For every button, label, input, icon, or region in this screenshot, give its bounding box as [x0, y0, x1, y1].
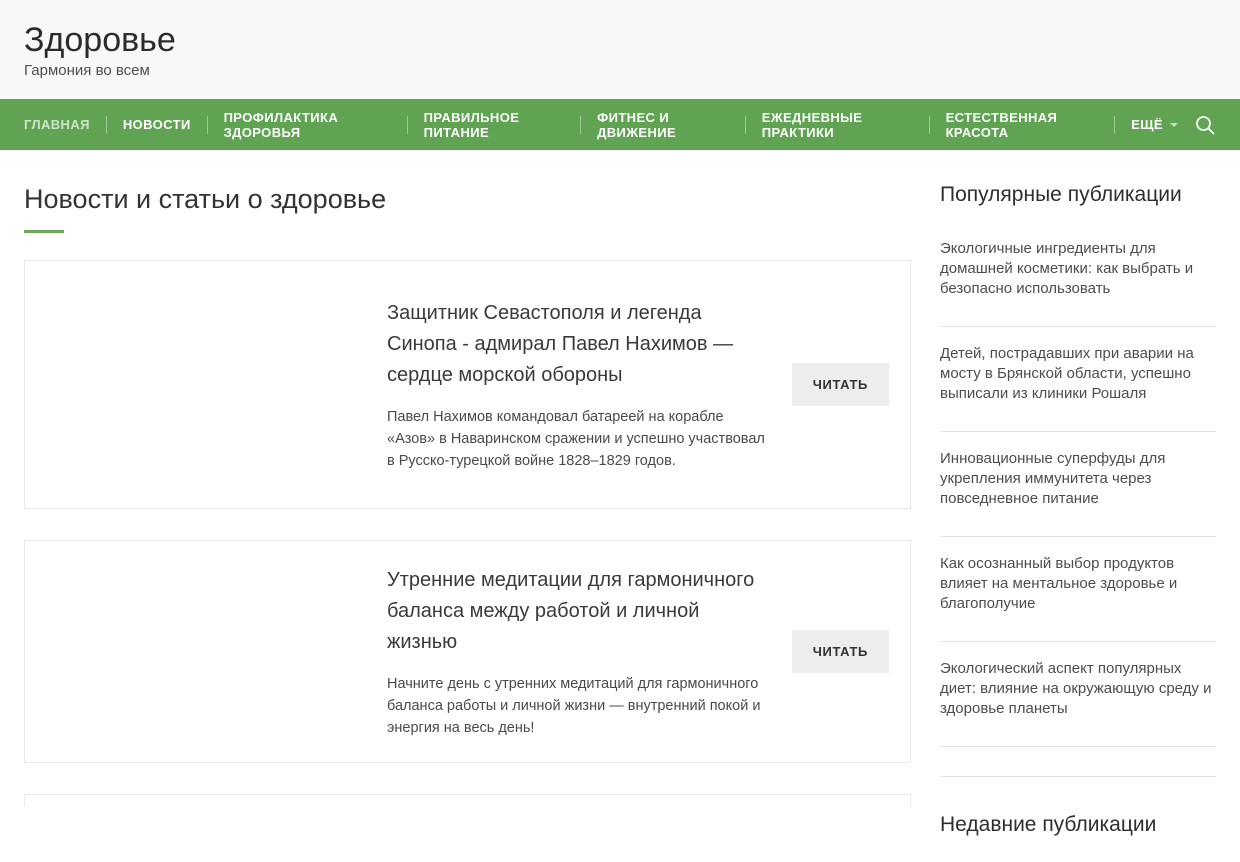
search-button[interactable]	[1194, 114, 1216, 136]
nav-link-practices[interactable]: ЕЖЕДНЕВНЫЕ ПРАКТИКИ	[746, 110, 929, 140]
sidebar: Популярные публикации Экологичные ингред…	[940, 174, 1216, 838]
nav-item-prevention: ПРОФИЛАКТИКА ЗДОРОВЬЯ	[207, 99, 407, 150]
chevron-down-icon	[1170, 123, 1178, 127]
nav-link-nutrition[interactable]: ПРАВИЛЬНОЕ ПИТАНИЕ	[408, 110, 581, 140]
article-image-placeholder[interactable]	[25, 541, 387, 762]
article-card: Утренние медитации для гармоничного бала…	[24, 540, 911, 763]
article-title[interactable]: Защитник Севастополя и легенда Синопа - …	[387, 298, 774, 391]
nav-item-nutrition: ПРАВИЛЬНОЕ ПИТАНИЕ	[407, 99, 580, 150]
nav-item-practices: ЕЖЕДНЕВНЫЕ ПРАКТИКИ	[745, 99, 929, 150]
nav-list: ГЛАВНАЯ НОВОСТИ ПРОФИЛАКТИКА ЗДОРОВЬЯ ПР…	[24, 99, 1194, 150]
nav-item-fitness: ФИТНЕС И ДВИЖЕНИЕ	[580, 99, 745, 150]
site-tagline: Гармония во всем	[24, 62, 1216, 79]
article-excerpt: Павел Нахимов командовал батареей на кор…	[387, 406, 774, 472]
popular-item-link[interactable]: Экологичные ингредиенты для домашней кос…	[940, 222, 1216, 327]
nav-item-beauty: ЕСТЕСТВЕННАЯ КРАСОТА	[929, 99, 1114, 150]
article-body: Утренние медитации для гармоничного бала…	[387, 565, 782, 739]
nav-link-news[interactable]: НОВОСТИ	[107, 117, 207, 132]
article-excerpt: Начните день с утренних медитаций для га…	[387, 673, 774, 739]
read-button[interactable]: ЧИТАТЬ	[792, 630, 889, 673]
main-nav: ГЛАВНАЯ НОВОСТИ ПРОФИЛАКТИКА ЗДОРОВЬЯ ПР…	[0, 99, 1240, 150]
nav-more-label: ЕЩЁ	[1131, 117, 1163, 132]
popular-publications-heading: Популярные публикации	[940, 182, 1216, 208]
title-accent-bar	[24, 230, 64, 233]
site-header: Здоровье Гармония во всем	[0, 0, 1240, 99]
nav-link-prevention[interactable]: ПРОФИЛАКТИКА ЗДОРОВЬЯ	[208, 110, 407, 140]
article-action: ЧИТАТЬ	[792, 363, 889, 406]
popular-item-empty	[940, 747, 1216, 777]
nav-link-beauty[interactable]: ЕСТЕСТВЕННАЯ КРАСОТА	[930, 110, 1115, 140]
article-body: Защитник Севастополя и легенда Синопа - …	[387, 298, 782, 472]
popular-item-link[interactable]: Инновационные суперфуды для укрепления и…	[940, 432, 1216, 537]
nav-item-news: НОВОСТИ	[106, 99, 207, 150]
article-action: ЧИТАТЬ	[792, 630, 889, 673]
page-body: Новости и статьи о здоровье Защитник Сев…	[0, 150, 1240, 862]
popular-item-link[interactable]: Как осознанный выбор продуктов влияет на…	[940, 537, 1216, 642]
popular-publications-list: Экологичные ингредиенты для домашней кос…	[940, 222, 1216, 777]
nav-item-more: ЕЩЁ	[1114, 99, 1194, 150]
article-card: Защитник Севастополя и легенда Синопа - …	[24, 260, 911, 509]
page-title: Новости и статьи о здоровье	[24, 183, 911, 215]
nav-link-home[interactable]: ГЛАВНАЯ	[24, 117, 106, 132]
nav-link-more[interactable]: ЕЩЁ	[1115, 117, 1194, 132]
article-image-placeholder[interactable]	[25, 261, 387, 508]
nav-item-home: ГЛАВНАЯ	[24, 99, 106, 150]
read-button[interactable]: ЧИТАТЬ	[792, 363, 889, 406]
article-card-partial	[24, 794, 911, 806]
article-title[interactable]: Утренние медитации для гармоничного бала…	[387, 565, 774, 658]
search-icon	[1194, 114, 1216, 136]
main-content: Новости и статьи о здоровье Защитник Сев…	[24, 174, 911, 806]
recent-publications-heading: Недавние публикации	[940, 812, 1216, 838]
popular-item-link[interactable]: Детей, пострадавших при аварии на мосту …	[940, 327, 1216, 432]
popular-item-link[interactable]: Экологический аспект популярных диет: вл…	[940, 642, 1216, 747]
site-title[interactable]: Здоровье	[24, 21, 1216, 59]
nav-link-fitness[interactable]: ФИТНЕС И ДВИЖЕНИЕ	[581, 110, 745, 140]
